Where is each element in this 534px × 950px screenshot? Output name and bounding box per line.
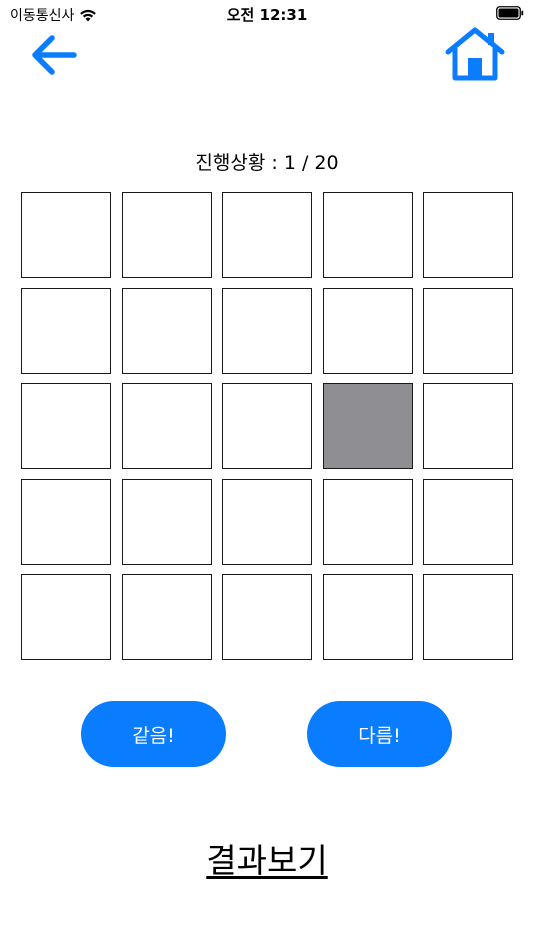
view-results-link[interactable]: 결과보기 bbox=[0, 834, 534, 882]
grid-cell-r4-c4[interactable] bbox=[322, 478, 413, 565]
grid-cell-r1-c3[interactable] bbox=[222, 192, 312, 278]
memory-grid bbox=[21, 192, 513, 660]
battery-icon bbox=[496, 6, 524, 20]
grid-cell-r1-c4[interactable] bbox=[322, 192, 413, 278]
grid-cell-r3-c5[interactable] bbox=[423, 383, 513, 469]
grid-cell-r2-c2[interactable] bbox=[121, 287, 212, 374]
grid-cell-r4-c3[interactable] bbox=[222, 478, 312, 565]
home-button[interactable] bbox=[444, 26, 506, 82]
grid-cell-r2-c3[interactable] bbox=[222, 287, 312, 374]
progress-text: 진행상황 : 1 / 20 bbox=[195, 152, 339, 174]
grid-cell-r1-c5[interactable] bbox=[423, 192, 513, 278]
same-button[interactable]: 같음! bbox=[81, 701, 226, 767]
grid-cell-r3-c3[interactable] bbox=[222, 383, 312, 469]
grid-cell-r3-c2[interactable] bbox=[121, 383, 212, 469]
different-button[interactable]: 다름! bbox=[307, 701, 452, 767]
grid-cell-r5-c5[interactable] bbox=[423, 574, 513, 660]
grid-cell-r4-c2[interactable] bbox=[121, 478, 212, 565]
grid-cell-r5-c1[interactable] bbox=[21, 574, 111, 660]
arrow-left-icon bbox=[32, 35, 77, 75]
grid-cell-r5-c2[interactable] bbox=[121, 574, 212, 660]
back-button[interactable] bbox=[26, 30, 82, 80]
grid-cell-r2-c1[interactable] bbox=[21, 287, 111, 374]
status-time: 오전 12:31 bbox=[226, 6, 308, 24]
grid-cell-r2-c4[interactable] bbox=[322, 287, 413, 374]
grid-cell-r1-c2[interactable] bbox=[121, 192, 212, 278]
grid-cell-r3-c1[interactable] bbox=[21, 383, 111, 469]
grid-cell-r5-c4[interactable] bbox=[322, 574, 413, 660]
grid-cell-r1-c1[interactable] bbox=[21, 192, 111, 278]
home-icon bbox=[445, 27, 505, 81]
grid-cell-r4-c5[interactable] bbox=[423, 478, 513, 565]
grid-cell-r5-c3[interactable] bbox=[222, 574, 312, 660]
grid-cell-r2-c5[interactable] bbox=[423, 287, 513, 374]
grid-cell-r3-c4[interactable] bbox=[322, 383, 413, 469]
grid-cell-r4-c1[interactable] bbox=[21, 478, 111, 565]
